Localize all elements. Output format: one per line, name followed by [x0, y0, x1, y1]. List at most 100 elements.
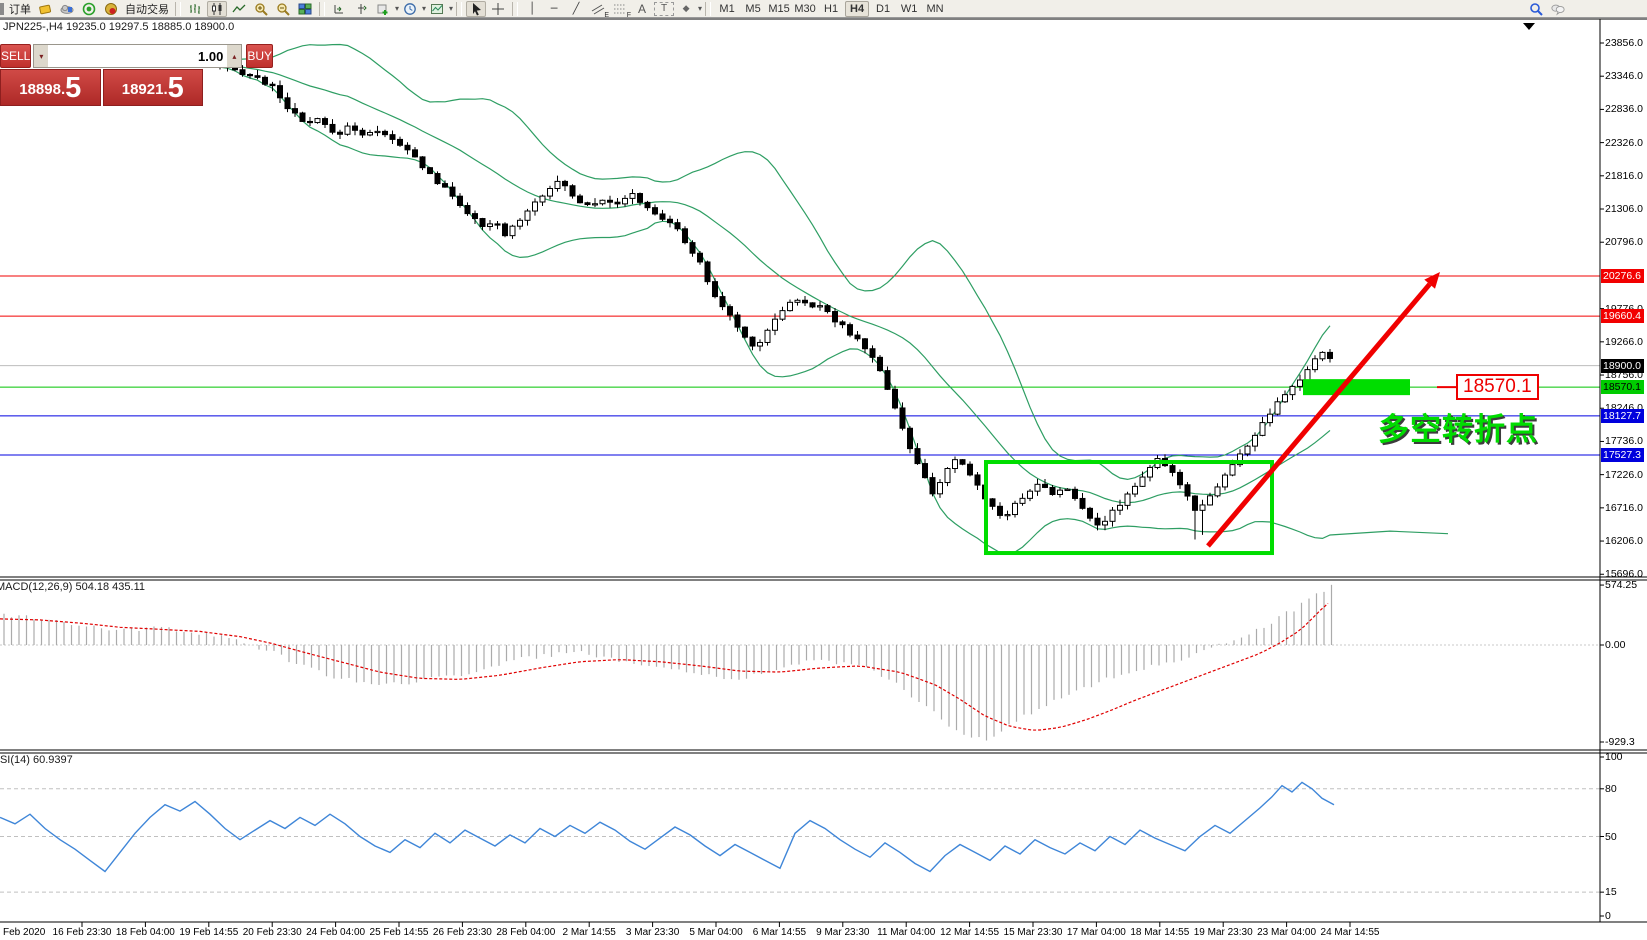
step-back-icon[interactable] — [329, 1, 349, 17]
timeframe-mn[interactable]: MN — [923, 1, 947, 17]
chat-icon[interactable] — [1548, 1, 1568, 17]
line-chart-icon[interactable] — [229, 1, 249, 17]
timeframe-m15[interactable]: M15 — [767, 1, 791, 17]
panel-splitter[interactable] — [0, 575, 1647, 581]
signal-icon[interactable] — [79, 1, 99, 17]
channel-tool-icon[interactable]: E — [588, 1, 608, 17]
label-tool-icon[interactable]: T — [654, 2, 674, 16]
bar-chart-icon[interactable] — [185, 1, 205, 17]
template-icon[interactable] — [427, 1, 447, 17]
period-clock-icon[interactable] — [400, 1, 420, 17]
time-axis-label: 9 Mar 23:30 — [816, 927, 869, 938]
consolidation-box — [986, 462, 1272, 553]
chart-shift-marker — [1523, 23, 1535, 30]
time-axis-label: 24 Feb 04:00 — [306, 927, 365, 938]
dropdown-arrow-icon[interactable]: ▾ — [449, 4, 453, 13]
macd-indicator — [0, 585, 1600, 741]
zoom-group — [250, 0, 316, 18]
buy-button[interactable]: BUY — [246, 44, 273, 68]
step-forward-icon[interactable] — [351, 1, 371, 17]
timeframe-h4[interactable]: H4 — [845, 1, 869, 17]
ask-price-panel[interactable]: 18921.5 — [103, 69, 204, 106]
rsi-scale-label: 0 — [1605, 910, 1611, 922]
turning-point-annotation[interactable]: 多空转折点 — [1378, 404, 1538, 449]
timeframe-m1[interactable]: M1 — [715, 1, 739, 17]
macd-scale-label: -929.3 — [1605, 736, 1635, 748]
bollinger-bands — [205, 45, 1448, 555]
time-axis-label: 19 Mar 23:30 — [1194, 927, 1253, 938]
fibonacci-tool-icon[interactable]: F — [610, 1, 630, 17]
sell-button[interactable]: SELL — [0, 44, 31, 68]
label-tool-letter: T — [661, 3, 667, 14]
rsi-scale-label: 50 — [1605, 831, 1617, 843]
time-axis-label: 18 Mar 14:55 — [1130, 927, 1189, 938]
y-axis-tick-label: 21816.0 — [1605, 170, 1643, 182]
timeframe-m30[interactable]: M30 — [793, 1, 817, 17]
chart-title: JPN225-,H4 19235.0 19297.5 18885.0 18900… — [3, 21, 234, 33]
cloud-icon[interactable] — [57, 1, 77, 17]
add-indicator-icon[interactable] — [373, 1, 393, 17]
time-axis-label: 18 Feb 04:00 — [116, 927, 175, 938]
clipped-icon — [0, 3, 4, 15]
toolbar-right-group — [1525, 1, 1569, 17]
volume-decrease-button[interactable]: ▾ — [34, 45, 48, 67]
candlestick-chart-icon[interactable] — [207, 1, 227, 17]
shapes-tool-icon[interactable]: ◆ — [676, 1, 696, 17]
fibo-sub-letter: F — [627, 12, 631, 19]
y-axis-tick-label: 19266.0 — [1605, 336, 1643, 348]
volume-input[interactable] — [48, 45, 227, 67]
new-order-button[interactable]: 订单 — [9, 1, 31, 17]
timeframe-m5[interactable]: M5 — [741, 1, 765, 17]
dropdown-arrow-icon[interactable]: ▾ — [422, 4, 426, 13]
y-axis-tick-label: 17226.0 — [1605, 469, 1643, 481]
tile-windows-icon[interactable] — [295, 1, 315, 17]
y-axis-tick-label: 23346.0 — [1605, 70, 1643, 82]
crosshair-icon[interactable] — [488, 1, 508, 17]
dropdown-arrow-icon[interactable]: ▾ — [698, 4, 702, 13]
panel-splitter[interactable] — [0, 748, 1647, 754]
autotrade-button[interactable]: 自动交易 — [125, 1, 169, 17]
toolbar: 订单 自动交易 — [0, 0, 1647, 18]
vertical-line-tool-icon[interactable]: │ — [522, 1, 542, 17]
drawing-tools-group: │ ─ ╱ E F A T ◆▾ — [521, 0, 702, 18]
price-level-label: 19660.4 — [1601, 309, 1644, 323]
y-axis-tick-label: 21306.0 — [1605, 203, 1643, 215]
ask-price-dec: 5 — [168, 74, 184, 103]
ask-price-int: 18921. — [122, 77, 168, 103]
toolbar-separator — [456, 2, 462, 16]
zoom-out-icon[interactable] — [273, 1, 293, 17]
horizontal-line-tool-icon[interactable]: ─ — [544, 1, 564, 17]
price-level-label: 20276.6 — [1601, 269, 1644, 283]
trendline-tool-icon[interactable]: ╱ — [566, 1, 586, 17]
timeframe-w1[interactable]: W1 — [897, 1, 921, 17]
dropdown-arrow-icon[interactable]: ▾ — [395, 4, 399, 13]
macd-scale-label: 0.00 — [1605, 639, 1625, 651]
new-order-icon[interactable] — [35, 1, 55, 17]
zoom-in-icon[interactable] — [251, 1, 271, 17]
time-axis-label: 19 Feb 14:55 — [179, 927, 238, 938]
rsi-scale-label: 80 — [1605, 783, 1617, 795]
timeframe-h1[interactable]: H1 — [819, 1, 843, 17]
macd-label: MACD(12,26,9) 504.18 435.11 — [0, 581, 145, 593]
time-axis-label: 23 Mar 04:00 — [1257, 927, 1316, 938]
rsi-indicator — [0, 782, 1600, 892]
text-tool-icon[interactable]: A — [632, 1, 652, 17]
timeframe-group: M1M5M15M30H1H4D1W1MN — [714, 0, 948, 18]
price-callout-box[interactable]: 18570.1 — [1456, 374, 1539, 400]
bid-price-int: 18898. — [19, 77, 65, 103]
autotrade-icon[interactable] — [101, 1, 121, 17]
chart-canvas[interactable] — [0, 0, 1647, 940]
rsi-label: RSI(14) 60.9397 — [0, 754, 73, 766]
bid-price-panel[interactable]: 18898.5 — [0, 69, 101, 106]
volume-stepper: ▾ ▴ — [33, 44, 242, 68]
profile-group: ▾ ▾ ▾ — [328, 0, 453, 18]
price-level-label: 18127.7 — [1601, 409, 1644, 423]
cursor-icon[interactable] — [466, 1, 486, 17]
search-icon[interactable] — [1526, 1, 1546, 17]
volume-increase-button[interactable]: ▴ — [227, 45, 241, 67]
toolbar-separator — [512, 2, 518, 16]
timeframe-d1[interactable]: D1 — [871, 1, 895, 17]
time-axis-label: 24 Mar 14:55 — [1321, 927, 1380, 938]
y-axis-tick-label: 23856.0 — [1605, 37, 1643, 49]
time-axis-label: 16 Feb 23:30 — [53, 927, 112, 938]
